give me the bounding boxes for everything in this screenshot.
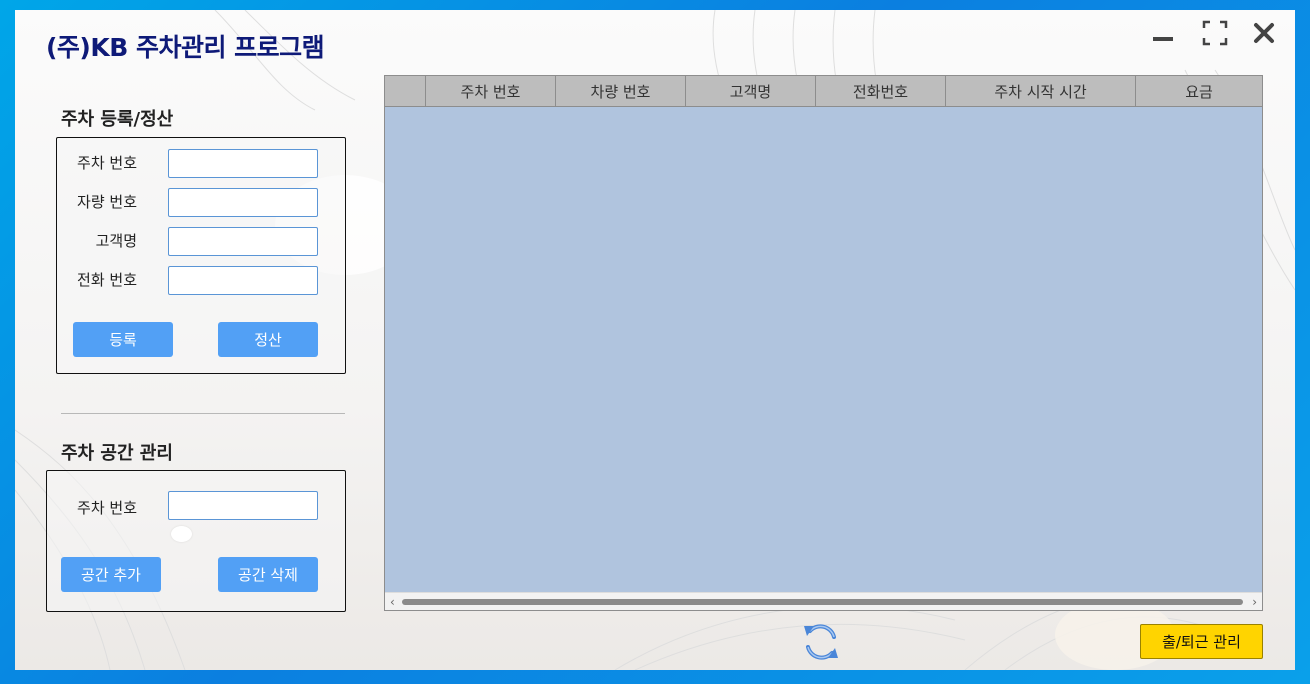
register-button[interactable]: 등록 [73, 322, 173, 357]
app-title: (주)KB 주차관리 프로그램 [46, 33, 325, 62]
space-section-title: 주차 공간 관리 [61, 443, 173, 464]
column-header-start-time[interactable]: 주차 시작 시간 [946, 76, 1136, 107]
register-section-title: 주차 등록/정산 [61, 109, 174, 130]
status-dot [171, 526, 192, 542]
minimize-button[interactable] [1148, 18, 1178, 48]
column-header-parking-number[interactable]: 주차 번호 [426, 76, 556, 107]
scrollbar-thumb[interactable] [402, 599, 1243, 605]
grid-header: 주차 번호 차량 번호 고객명 전화번호 주차 시작 시간 요금 [385, 76, 1262, 107]
space-panel: 주차 번호 공간 추가 공간 삭제 [46, 470, 346, 612]
register-panel: 주차 번호 자량 번호 고객명 전화 번호 등록 정산 [56, 137, 346, 374]
vehicle-number-label: 자량 번호 [77, 193, 137, 211]
maximize-button[interactable] [1200, 18, 1230, 48]
minimize-icon [1153, 37, 1173, 41]
close-icon [1254, 23, 1274, 43]
parking-number-label: 주차 번호 [77, 154, 137, 172]
refresh-button[interactable] [799, 620, 843, 664]
customer-name-label: 고객명 [95, 232, 137, 250]
section-divider [61, 413, 345, 414]
main-window: (주)KB 주차관리 프로그램 주차 등록/정산 주차 번호 자량 번호 고객명… [15, 10, 1295, 670]
row-header-cell [385, 76, 426, 107]
refresh-icon [804, 624, 838, 660]
horizontal-scrollbar[interactable]: ‹ › [385, 592, 1262, 610]
column-header-customer-name[interactable]: 고객명 [686, 76, 816, 107]
phone-number-input[interactable] [168, 266, 318, 295]
scroll-left-icon[interactable]: ‹ [390, 595, 395, 609]
scroll-right-icon[interactable]: › [1252, 595, 1257, 609]
add-space-button[interactable]: 공간 추가 [61, 557, 161, 592]
space-number-input[interactable] [168, 491, 318, 520]
parking-grid[interactable]: 주차 번호 차량 번호 고객명 전화번호 주차 시작 시간 요금 ‹ › [384, 75, 1263, 611]
space-number-label: 주차 번호 [77, 499, 137, 517]
delete-space-button[interactable]: 공간 삭제 [218, 557, 318, 592]
column-header-vehicle-number[interactable]: 차량 번호 [556, 76, 686, 107]
parking-number-input[interactable] [168, 149, 318, 178]
attendance-management-button[interactable]: 출/퇴근 관리 [1140, 624, 1263, 659]
customer-name-input[interactable] [168, 227, 318, 256]
column-header-phone-number[interactable]: 전화번호 [816, 76, 946, 107]
close-button[interactable] [1249, 18, 1279, 48]
column-header-fee[interactable]: 요금 [1136, 76, 1262, 107]
maximize-icon [1202, 20, 1228, 46]
settle-button[interactable]: 정산 [218, 322, 318, 357]
vehicle-number-input[interactable] [168, 188, 318, 217]
phone-number-label: 전화 번호 [77, 271, 137, 289]
